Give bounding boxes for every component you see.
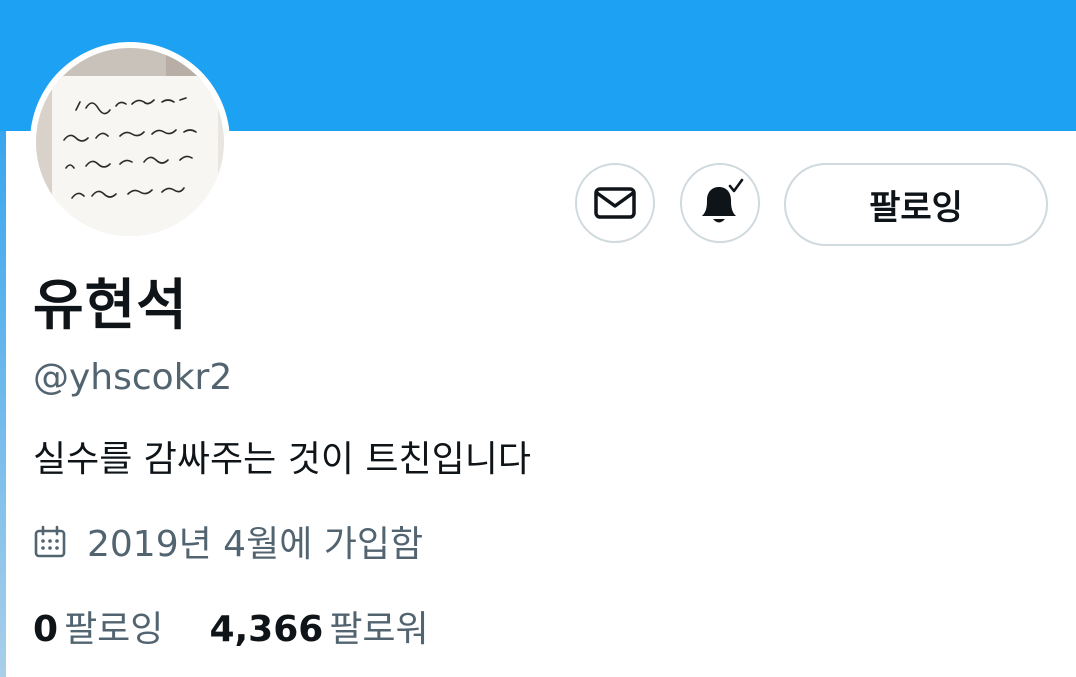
followers-count: 4,366 (209, 609, 324, 650)
following-label: 팔로잉 (64, 609, 164, 650)
following-stat[interactable]: 0 팔로잉 (33, 607, 163, 653)
bell-check-icon (702, 178, 744, 223)
profile-name: 유현석 (33, 273, 188, 337)
avatar[interactable] (30, 42, 230, 242)
following-count: 0 (33, 609, 59, 650)
follow-stats: 0 팔로잉 4,366 팔로워 (33, 607, 475, 653)
followers-stat[interactable]: 4,366 팔로워 (209, 607, 428, 653)
followers-label: 팔로워 (329, 609, 429, 650)
message-button[interactable] (575, 163, 655, 243)
following-button[interactable]: 팔로잉 (784, 163, 1048, 246)
notifications-button[interactable] (680, 163, 760, 243)
avatar-image (36, 48, 224, 236)
calendar-icon (33, 525, 73, 565)
envelope-icon (594, 187, 636, 219)
join-date-text: 2019년 4월에 가입함 (87, 524, 424, 565)
profile-bio: 실수를 감싸주는 것이 트친입니다 (33, 439, 532, 480)
join-date: 2019년 4월에 가입함 (33, 522, 423, 568)
profile-handle: @yhscokr2 (33, 357, 233, 398)
